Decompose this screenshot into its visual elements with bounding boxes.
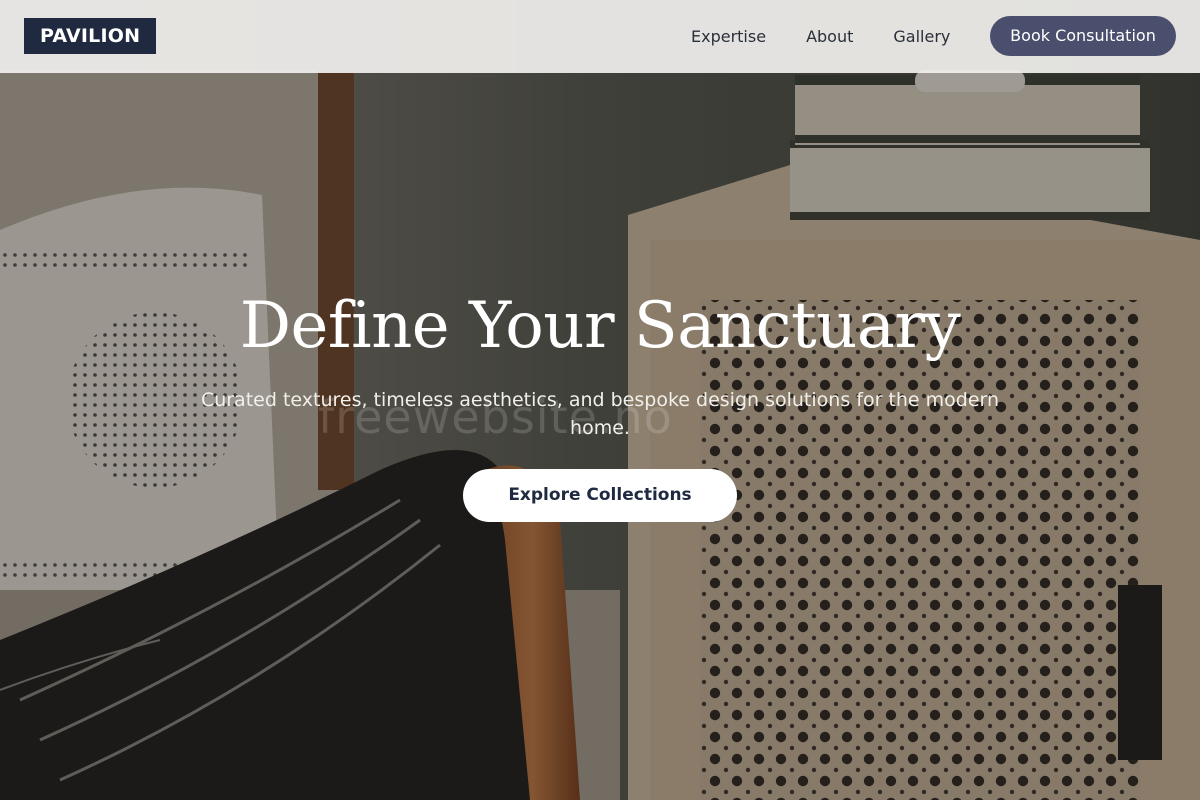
hero-section: Define Your Sanctuary freewebsite.no Cur… bbox=[0, 0, 1200, 800]
nav-link-gallery[interactable]: Gallery bbox=[893, 27, 950, 47]
explore-collections-button[interactable]: Explore Collections bbox=[463, 469, 737, 522]
brand-logo[interactable]: PAVILION bbox=[24, 18, 157, 54]
landing-page: PAVILION Expertise About Gallery Book Co… bbox=[0, 0, 1200, 800]
main-nav: Expertise About Gallery bbox=[671, 0, 970, 73]
hero-subtitle: Curated textures, timeless aesthetics, a… bbox=[200, 389, 1000, 439]
book-consultation-button[interactable]: Book Consultation bbox=[990, 16, 1176, 56]
site-header: PAVILION Expertise About Gallery Book Co… bbox=[0, 0, 1200, 73]
nav-link-expertise[interactable]: Expertise bbox=[691, 27, 766, 47]
hero-title: Define Your Sanctuary bbox=[239, 289, 961, 363]
nav-link-about[interactable]: About bbox=[806, 27, 853, 47]
